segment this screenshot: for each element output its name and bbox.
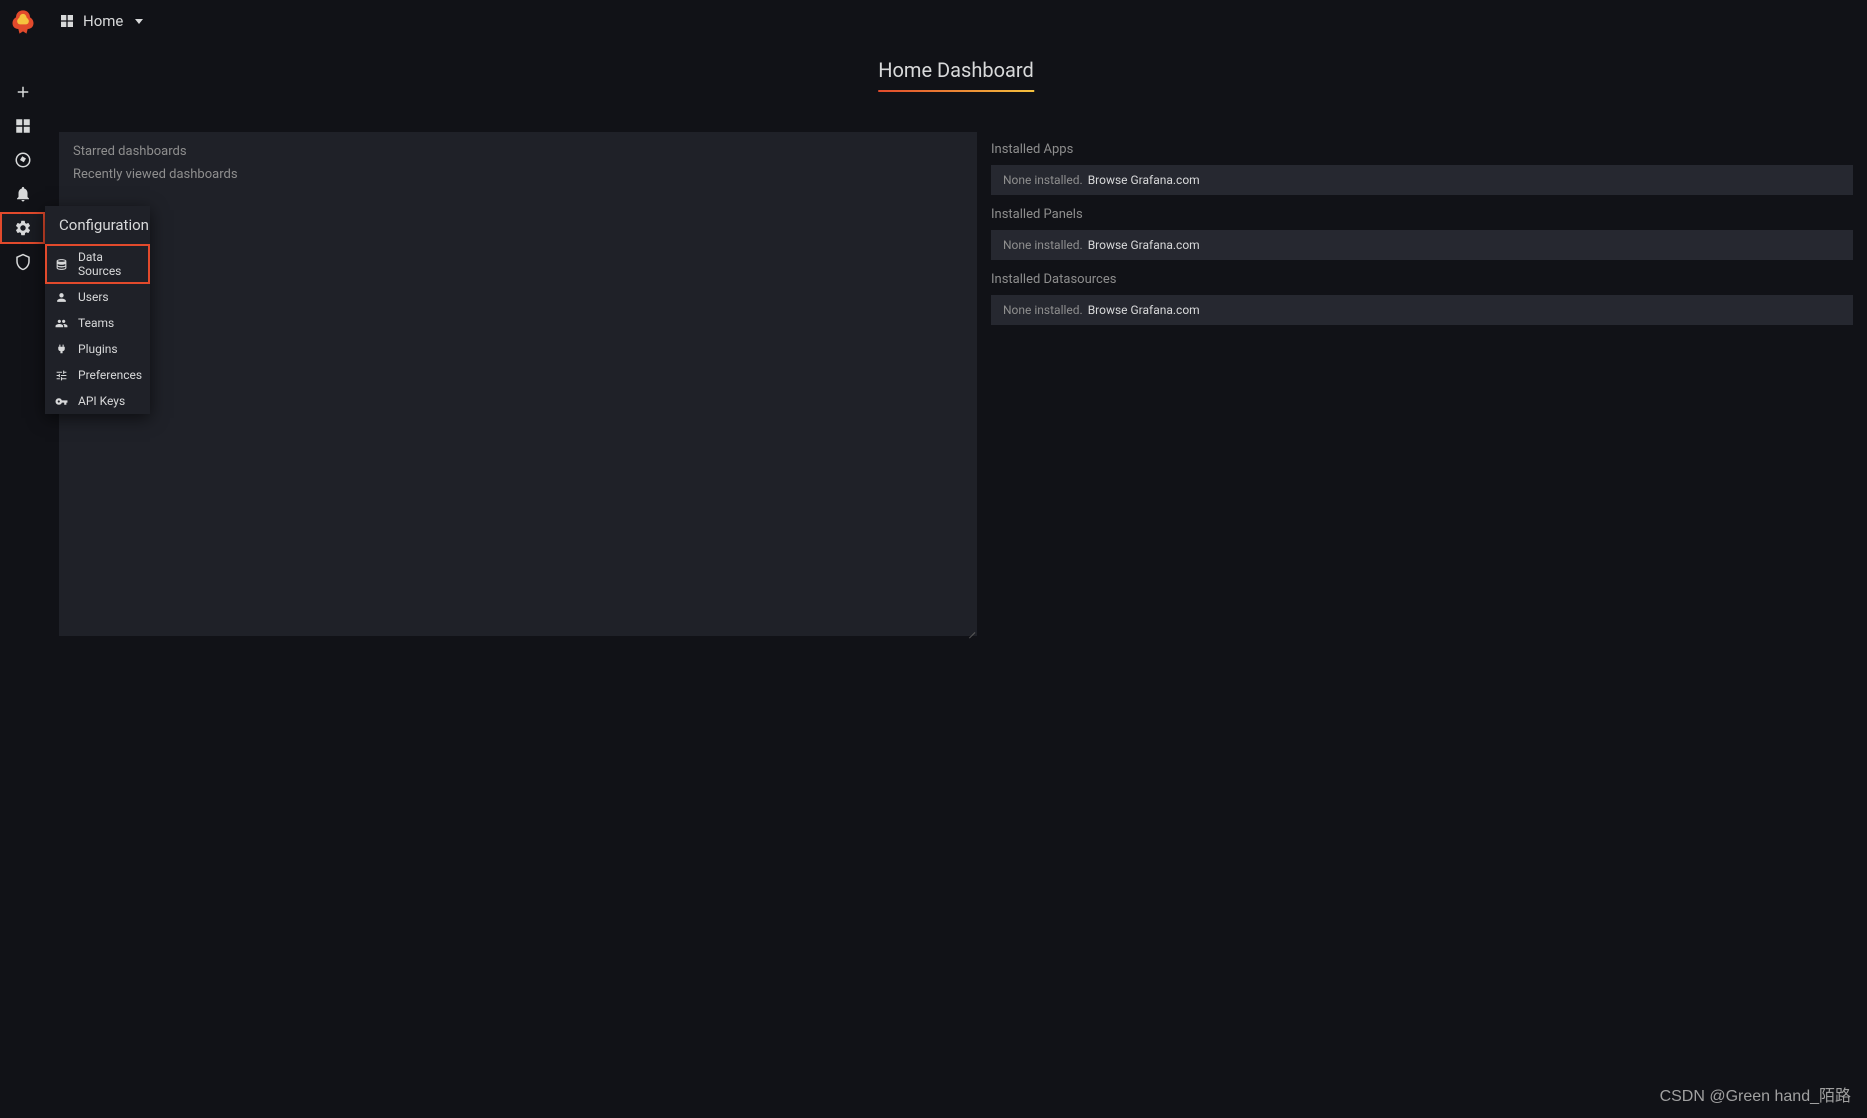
installed-datasources-bar: None installed. Browse Grafana.com [991,295,1853,325]
key-icon [55,395,68,408]
flyout-item-plugins[interactable]: Plugins [45,336,150,362]
alerting-icon[interactable] [0,178,45,210]
flyout-item-label: API Keys [78,394,125,408]
panels-row: Starred dashboards Recently viewed dashb… [45,118,1867,650]
configuration-icon[interactable] [0,212,45,244]
server-admin-icon[interactable] [0,246,45,278]
breadcrumb-home[interactable]: Home [59,12,143,30]
caret-down-icon [135,19,143,24]
grid-icon [59,13,75,29]
none-installed-text: None installed. [1003,238,1083,252]
grafana-logo[interactable] [9,8,37,36]
installed-panels-title: Installed Panels [991,197,1853,230]
browse-link[interactable]: Browse Grafana.com [1088,238,1200,252]
sidebar [0,0,45,1118]
installed-panels-bar: None installed. Browse Grafana.com [991,230,1853,260]
installed-apps-title: Installed Apps [991,132,1853,165]
flyout-item-label: Plugins [78,342,118,356]
flyout-item-label: Data Sources [78,250,140,278]
flyout-item-users[interactable]: Users [45,284,150,310]
starred-dashboards-label: Starred dashboards [59,132,977,159]
resize-handle[interactable] [965,624,975,634]
plug-icon [55,343,68,356]
flyout-item-label: Preferences [78,368,142,382]
explore-icon[interactable] [0,144,45,176]
dashboards-panel: Starred dashboards Recently viewed dashb… [59,132,977,636]
user-icon [55,291,68,304]
database-icon [55,258,68,271]
page-title: Home Dashboard [878,42,1034,90]
dashboards-icon[interactable] [0,110,45,142]
content: Home Dashboard Starred dashboards Recent… [45,42,1867,1118]
installed-datasources-title: Installed Datasources [991,262,1853,295]
flyout-item-data-sources[interactable]: Data Sources [45,244,150,284]
none-installed-text: None installed. [1003,173,1083,187]
flyout-item-label: Users [78,290,109,304]
sliders-icon [55,369,68,382]
watermark: CSDN @Green hand_陌路 [1660,1082,1851,1106]
flyout-item-api-keys[interactable]: API Keys [45,388,150,414]
flyout-item-preferences[interactable]: Preferences [45,362,150,388]
browse-link[interactable]: Browse Grafana.com [1088,173,1200,187]
create-icon[interactable] [0,76,45,108]
none-installed-text: None installed. [1003,303,1083,317]
recent-dashboards-label: Recently viewed dashboards [59,159,977,182]
installed-panel: Installed Apps None installed. Browse Gr… [991,132,1853,636]
flyout-header: Configuration [45,206,150,244]
configuration-flyout: Configuration Data Sources Users Teams P… [45,206,150,414]
breadcrumb-label: Home [83,12,123,30]
flyout-item-teams[interactable]: Teams [45,310,150,336]
installed-apps-bar: None installed. Browse Grafana.com [991,165,1853,195]
topbar: Home [45,0,1867,42]
flyout-item-label: Teams [78,316,114,330]
users-icon [55,317,68,330]
browse-link[interactable]: Browse Grafana.com [1088,303,1200,317]
